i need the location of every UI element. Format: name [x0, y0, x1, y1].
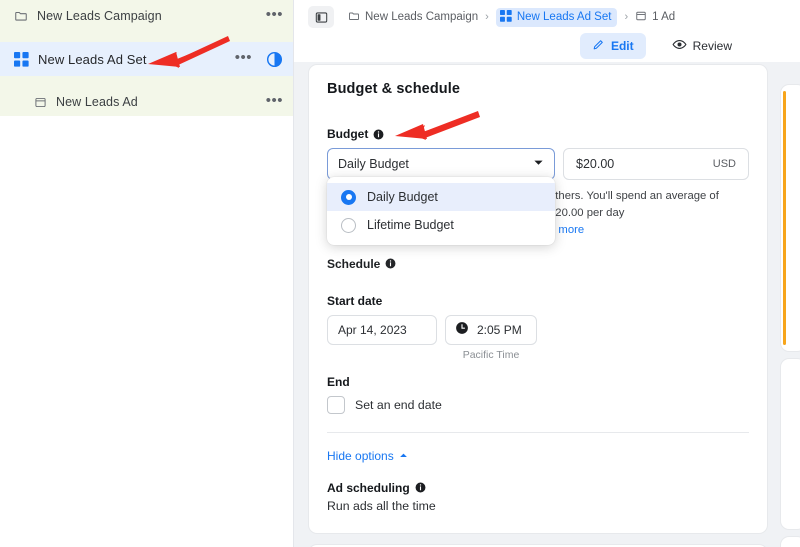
sidebar-row-menu-button[interactable]: •••: [266, 93, 283, 112]
sidebar-item-new-leads-campaign[interactable]: New Leads Campaign •••: [0, 0, 293, 30]
start-date-row: Apr 14, 2023 2:05 PM: [327, 315, 749, 361]
budget-and-schedule-card: Budget & schedule Budget Daily Budg: [308, 64, 768, 534]
budget-field-label: Budget: [327, 127, 384, 141]
breadcrumb-label: New Leads Ad Set: [517, 11, 612, 23]
pencil-icon: [592, 38, 605, 54]
folder-icon: [348, 10, 360, 25]
schedule-field-label: Schedule: [327, 257, 396, 271]
radio-selected-icon: [341, 190, 356, 205]
app-root: New Leads Campaign ••• New Leads Ad Set …: [0, 0, 800, 547]
adset-grid-icon: [500, 10, 512, 25]
chevron-down-icon: [533, 157, 544, 171]
eye-icon: [672, 37, 687, 55]
hide-options-toggle[interactable]: Hide options: [327, 449, 408, 463]
panel-toggle-icon[interactable]: [308, 6, 334, 28]
info-icon[interactable]: [415, 482, 426, 493]
start-date-input[interactable]: Apr 14, 2023: [327, 315, 437, 345]
start-date-label: Start date: [327, 294, 749, 308]
review-tab[interactable]: Review: [660, 32, 744, 60]
edit-tab-label: Edit: [611, 39, 634, 53]
ad-scheduling-value: Run ads all the time: [327, 499, 749, 513]
clock-icon: [455, 321, 469, 338]
sidebar-item-label: New Leads Ad Set: [38, 52, 147, 67]
budget-amount-input[interactable]: $20.00 USD: [563, 148, 749, 180]
breadcrumb-separator: ›: [485, 11, 489, 23]
budget-type-dropdown-menu[interactable]: Daily Budget Lifetime Budget: [327, 177, 555, 245]
top-bar: New Leads Campaign › New Leads Ad Set: [294, 0, 800, 62]
sidebar-row-menu-button[interactable]: •••: [266, 7, 283, 26]
currency-label: USD: [713, 158, 736, 170]
peek-card-top[interactable]: [780, 84, 800, 352]
set-end-date-row[interactable]: Set an end date: [327, 396, 749, 414]
ad-scheduling-label-text: Ad scheduling: [327, 481, 410, 495]
breadcrumb: New Leads Campaign › New Leads Ad Set: [308, 0, 786, 30]
schedule-label-text: Schedule: [327, 257, 380, 271]
edit-tab[interactable]: Edit: [580, 33, 646, 59]
sidebar-row-menu-button[interactable]: •••: [235, 50, 252, 69]
ad-card-icon: [635, 10, 647, 25]
chevron-up-icon: [399, 449, 408, 463]
budget-helper-sentence: others. You'll spend an average of $20.0…: [549, 190, 719, 219]
sidebar-item-label: New Leads Campaign: [37, 9, 162, 23]
budget-type-value: Daily Budget: [338, 157, 409, 171]
review-tab-label: Review: [693, 39, 732, 53]
breadcrumb-label: 1 Ad: [652, 11, 675, 23]
start-time-value: 2:05 PM: [477, 323, 522, 337]
sidebar-item-label: New Leads Ad: [56, 95, 138, 109]
dropdown-option-daily-budget[interactable]: Daily Budget: [327, 183, 555, 211]
campaign-tree-sidebar: New Leads Campaign ••• New Leads Ad Set …: [0, 0, 294, 547]
dropdown-option-label: Lifetime Budget: [367, 218, 454, 232]
sidebar-item-new-leads-ad[interactable]: New Leads Ad •••: [0, 88, 293, 116]
dropdown-option-label: Daily Budget: [367, 190, 438, 204]
breadcrumb-separator: ›: [624, 11, 628, 23]
content-scroll-area[interactable]: Budget & schedule Budget Daily Budg: [294, 62, 800, 547]
set-end-date-checkbox[interactable]: [327, 396, 345, 414]
breadcrumb-item-ad-count[interactable]: 1 Ad: [635, 10, 675, 25]
breadcrumb-item-adset[interactable]: New Leads Ad Set: [496, 8, 618, 27]
budget-label-text: Budget: [327, 127, 368, 141]
sidebar-spacer: [0, 76, 293, 88]
info-icon[interactable]: [385, 258, 396, 269]
folder-icon: [14, 9, 28, 23]
info-icon[interactable]: [373, 129, 384, 140]
breadcrumb-label: New Leads Campaign: [365, 11, 478, 23]
contrast-icon[interactable]: [266, 51, 283, 68]
card-title: Budget & schedule: [327, 81, 749, 97]
sidebar-item-new-leads-ad-set[interactable]: New Leads Ad Set •••: [0, 42, 293, 76]
card-divider: [327, 432, 749, 433]
start-date-value: Apr 14, 2023: [338, 323, 407, 337]
timezone-label: Pacific Time: [445, 349, 537, 361]
peek-card-bottom[interactable]: [780, 536, 800, 547]
top-actions: Edit Review: [580, 32, 744, 60]
hide-options-label: Hide options: [327, 449, 394, 463]
dropdown-option-lifetime-budget[interactable]: Lifetime Budget: [327, 211, 555, 239]
radio-unselected-icon: [341, 218, 356, 233]
status-accent-bar: [783, 91, 786, 345]
ad-card-icon: [34, 96, 47, 109]
sidebar-spacer: [0, 30, 293, 42]
adset-grid-icon: [14, 52, 29, 67]
start-time-input[interactable]: 2:05 PM: [445, 315, 537, 345]
budget-row: Daily Budget $20.00 USD: [327, 148, 749, 180]
start-date-group: Apr 14, 2023: [327, 315, 437, 345]
budget-type-select[interactable]: Daily Budget: [327, 148, 555, 180]
breadcrumb-item-campaign[interactable]: New Leads Campaign: [348, 10, 478, 25]
start-time-group: 2:05 PM Pacific Time: [445, 315, 537, 361]
budget-amount-value: $20.00: [576, 157, 614, 171]
ad-scheduling-label: Ad scheduling: [327, 481, 426, 495]
peek-card-middle[interactable]: [780, 358, 800, 530]
end-label: End: [327, 375, 749, 389]
set-end-date-label: Set an end date: [355, 398, 442, 412]
main-pane: New Leads Campaign › New Leads Ad Set: [294, 0, 800, 547]
